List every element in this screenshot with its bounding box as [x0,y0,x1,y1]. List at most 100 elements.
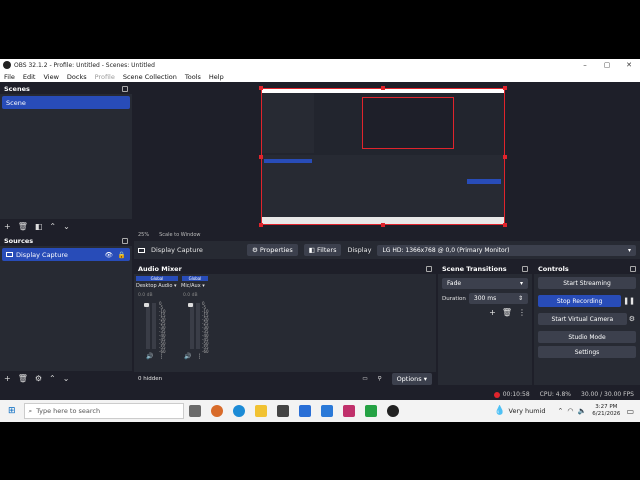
menu-tools[interactable]: Tools [181,73,205,81]
scene-transitions-title: Scene Transitions [442,264,507,273]
layout-icon[interactable]: ▭ [362,376,367,382]
resize-handle[interactable] [381,86,385,90]
filter-icon[interactable]: ◧ [35,222,43,231]
source-item[interactable]: Display Capture 👁 🔒 [2,248,130,261]
copilot-icon[interactable] [210,405,223,417]
resize-handle[interactable] [381,223,385,227]
display-select[interactable]: LG HD: 1366x768 @ 0,0 (Primary Monitor) ▾ [377,244,636,256]
chevron-down-icon: ▾ [519,280,523,287]
dock-popout-icon[interactable] [122,85,128,92]
trash-icon[interactable]: 🗑 [18,374,28,383]
menu-dots-icon[interactable]: ⋮ [518,308,526,317]
edge-icon[interactable] [232,405,245,417]
trash-icon[interactable]: 🗑 [502,308,512,317]
resize-handle[interactable] [259,223,263,227]
record-icon [493,391,500,398]
maximize-button[interactable]: ▢ [596,61,618,69]
channel-name[interactable]: Desktop Audio ▾ [136,283,177,289]
minimize-button[interactable]: – [574,61,596,69]
add-icon[interactable]: + [4,374,11,383]
studio-mode-button[interactable]: Studio Mode [538,331,636,343]
channel-badge: Global [136,276,178,281]
search-icon: ⌕ [28,406,33,415]
store-icon[interactable] [276,405,289,417]
cpu-usage: CPU: 4.8% [539,391,572,398]
duration-input[interactable]: 300 ms ⇕ [468,293,528,304]
duration-label: Duration [442,295,466,302]
obs-taskbar-icon[interactable] [386,405,399,417]
windows-start-icon[interactable]: ⊞ [8,406,16,416]
speaker-icon[interactable]: 🔊 [146,353,153,360]
filter-icon: ◧ [308,246,317,254]
recording-status: 00:10:58 [493,391,530,398]
resize-handle[interactable] [259,86,263,90]
menu-view[interactable]: View [39,73,62,81]
arrow-up-icon[interactable]: ⌃ [49,222,56,231]
whatsapp-icon[interactable] [364,405,377,417]
mail-icon[interactable] [298,405,311,417]
volume-slider-handle[interactable] [144,303,149,307]
menu-edit[interactable]: Edit [19,73,40,81]
add-icon[interactable]: + [4,222,11,231]
resize-handle[interactable] [503,223,507,227]
weather-text[interactable]: Very humid [509,407,546,415]
menu-dots-icon[interactable]: ⋮ [158,353,164,360]
menu-dots-icon[interactable]: ⋮ [196,353,202,360]
menu-file[interactable]: File [0,73,19,81]
link-icon[interactable]: ⚲ [378,376,382,382]
source-context-bar: Display Capture ⚙ Properties ◧ Filters D… [134,241,640,259]
resize-handle[interactable] [259,155,263,159]
volume-meter [146,303,150,349]
arrow-down-icon[interactable]: ⌄ [63,374,70,383]
filters-button[interactable]: ◧ Filters [303,244,342,256]
scale-mode[interactable]: Scale to Window [159,232,200,238]
settings-button[interactable]: Settings [538,346,636,358]
dock-popout-icon[interactable] [522,265,528,272]
arrow-down-icon[interactable]: ⌄ [63,222,70,231]
scene-item-label: Scene [6,98,26,107]
start-streaming-button[interactable]: Start Streaming [538,277,636,289]
channel-name[interactable]: Mic/Aux ▾ [181,283,205,289]
wifi-icon[interactable]: ◠ [567,407,573,415]
menu-scene-collection[interactable]: Scene Collection [119,73,181,81]
taskbar-search[interactable]: ⌕ Type here to search [23,403,184,419]
lock-icon[interactable]: 🔒 [118,251,126,259]
close-button[interactable]: ✕ [618,61,640,69]
volume-icon[interactable]: 🔈 [578,407,587,415]
dock-popout-icon[interactable] [122,237,128,244]
gear-icon[interactable]: ⚙ [629,315,635,323]
add-icon[interactable]: + [489,308,496,317]
gear-icon[interactable]: ⚙ [35,374,42,383]
menu-help[interactable]: Help [205,73,228,81]
task-view-icon[interactable] [188,405,201,417]
app-icon[interactable] [342,405,355,417]
display-capture-canvas[interactable] [261,88,505,225]
speaker-icon[interactable]: 🔊 [184,353,191,360]
stop-recording-button[interactable]: Stop Recording [538,295,622,307]
arrow-up-icon[interactable]: ⌃ [49,374,56,383]
volume-meter [152,303,156,349]
pause-icon[interactable]: ❚❚ [623,297,635,305]
dock-popout-icon[interactable] [426,265,432,272]
volume-slider-handle[interactable] [188,303,193,307]
notification-icon[interactable]: ▭ [626,407,634,416]
clock[interactable]: 3:27 PM 6/21/2026 [592,404,620,418]
options-button[interactable]: Options ▾ [391,372,432,385]
transition-select[interactable]: Fade ▾ [442,278,528,289]
menu-profile[interactable]: Profile [91,73,119,81]
dock-popout-icon[interactable] [630,265,636,272]
eye-icon[interactable]: 👁 [105,251,113,259]
zoom-level[interactable]: 25% [138,232,149,238]
scenes-title: Scenes [4,84,30,93]
trash-icon[interactable]: 🗑 [18,222,28,231]
resize-handle[interactable] [503,86,507,90]
transition-toolbar: + 🗑 ⋮ [438,308,532,317]
start-virtual-camera-button[interactable]: Start Virtual Camera [538,313,627,325]
vscode-icon[interactable] [320,405,333,417]
tray-chevron-icon[interactable]: ⌃ [558,407,564,415]
resize-handle[interactable] [503,155,507,159]
menu-docks[interactable]: Docks [63,73,91,81]
properties-button[interactable]: ⚙ Properties [247,244,298,256]
file-explorer-icon[interactable] [254,405,267,417]
scene-item[interactable]: Scene [2,96,130,109]
